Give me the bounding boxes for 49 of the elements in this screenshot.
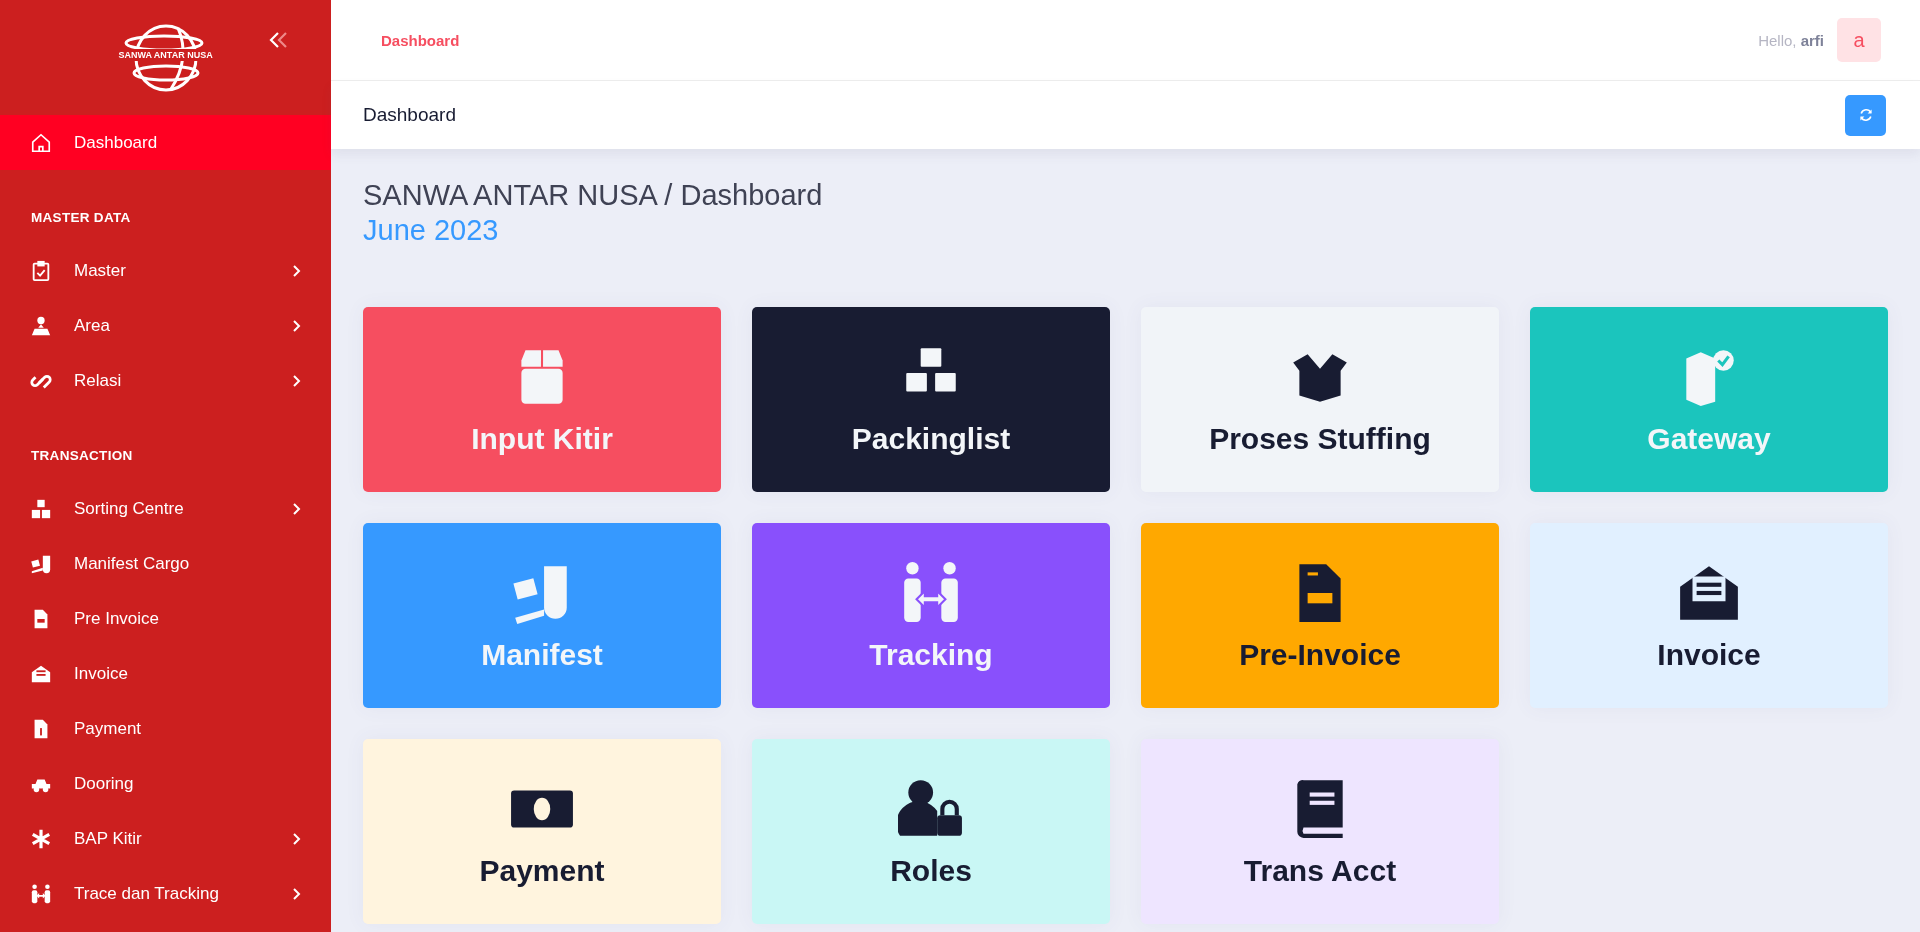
greeting-text: Hello, arfi: [1758, 31, 1824, 49]
sidebar-item[interactable]: Trace dan Tracking: [0, 866, 331, 921]
home-icon: [30, 131, 52, 154]
section-heading: MASTER DATA: [30, 209, 132, 227]
sidebar-item[interactable]: Relasi: [0, 353, 331, 408]
sidebar-item[interactable]: Sorting Centre: [0, 481, 331, 536]
sidebar-item[interactable]: Area: [0, 298, 331, 353]
page-breadcrumb: SANWA ANTAR NUSA / Dashboard: [363, 179, 824, 212]
section-heading: TRANSACTION: [30, 447, 134, 465]
tile-label: Pre-Invoice: [1239, 637, 1401, 672]
sidebar-item[interactable]: Master: [0, 243, 331, 298]
clipboard-check-icon: [30, 259, 52, 282]
double-chevron-icon[interactable]: [269, 32, 289, 48]
stacked-boxes-icon: [30, 497, 52, 520]
sidebar-item[interactable]: Invoice: [0, 646, 331, 701]
dashboard-tile[interactable]: Roles: [752, 739, 1110, 924]
asterisk-icon: [30, 827, 52, 850]
tile-label: Invoice: [1657, 637, 1761, 672]
dashboard-tile[interactable]: Pre-Invoice: [1141, 523, 1499, 708]
dashboard-tile[interactable]: Trans Acct: [1141, 739, 1499, 924]
people-exchange-icon: [30, 882, 52, 905]
tile-label: Proses Stuffing: [1209, 421, 1431, 456]
dashboard-tile[interactable]: Invoice: [1530, 523, 1888, 708]
user-avatar[interactable]: a: [1837, 18, 1881, 62]
period-label: June 2023: [363, 214, 500, 247]
dashboard-tile[interactable]: Tracking: [752, 523, 1110, 708]
tile-label: Manifest: [481, 637, 603, 672]
tile-label: Input Kitir: [471, 421, 613, 456]
dashboard-tile[interactable]: Packinglist: [752, 307, 1110, 492]
globe-logo: SANWA ANTAR NUSA: [110, 17, 221, 98]
sidebar-item[interactable]: Dooring: [0, 756, 331, 811]
dashboard-tile[interactable]: Proses Stuffing: [1141, 307, 1499, 492]
sidebar-item[interactable]: Manifest Cargo: [0, 536, 331, 591]
dashboard-tile[interactable]: Input Kitir: [363, 307, 721, 492]
tile-label: Trans Acct: [1243, 853, 1397, 888]
sidebar-item[interactable]: Dashboard: [0, 115, 331, 170]
tile-label: Payment: [479, 853, 605, 888]
sidebar-item[interactable]: BAP Kitir: [0, 811, 331, 866]
dashboard-link[interactable]: Dashboard: [381, 31, 460, 49]
sidebar-item[interactable]: Pre Invoice: [0, 591, 331, 646]
tile-label: Roles: [890, 853, 972, 888]
tile-label: Gateway: [1647, 421, 1771, 456]
refresh-button[interactable]: [1845, 94, 1886, 136]
sidebar-item[interactable]: Payment: [0, 701, 331, 756]
refresh-icon: [1857, 107, 1874, 123]
subheader-title: Dashboard: [363, 104, 456, 126]
tile-label: Tracking: [869, 637, 993, 672]
tile-label: Packinglist: [851, 421, 1011, 456]
dashboard-tile[interactable]: Payment: [363, 739, 721, 924]
